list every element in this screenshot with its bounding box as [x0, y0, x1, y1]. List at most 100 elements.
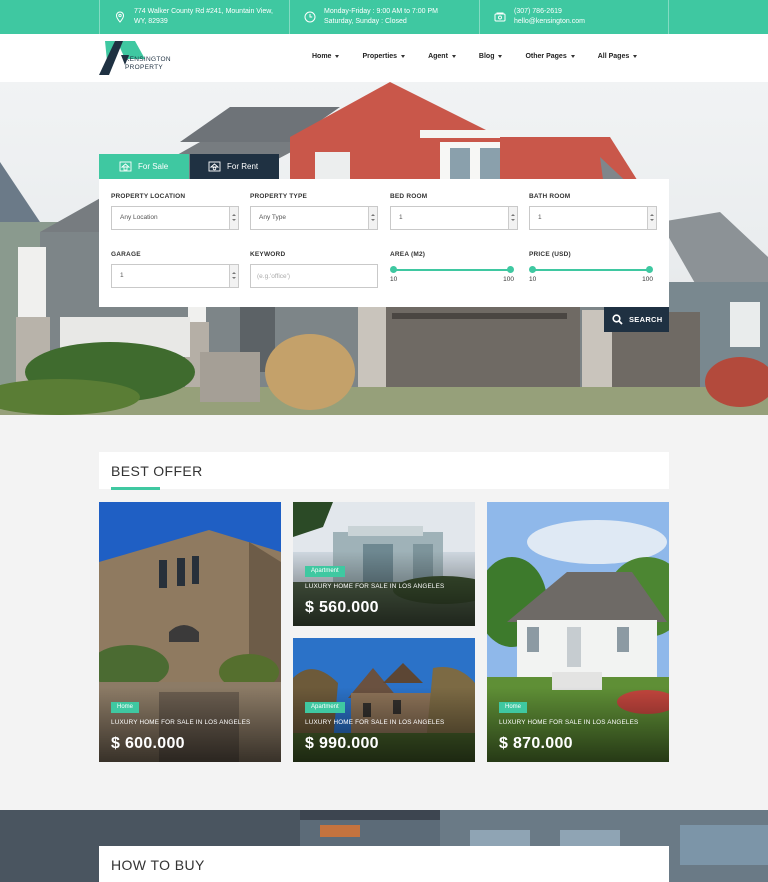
property-location-select[interactable]: Any Location: [111, 206, 239, 230]
nav-blog[interactable]: Blog: [479, 53, 503, 60]
area-label: AREA (M2): [390, 251, 426, 258]
select-arrows-icon: [368, 207, 377, 229]
card-title: LUXURY HOME FOR SALE IN LOS ANGELES: [305, 719, 445, 726]
tab-for-rent-label: For Rent: [227, 162, 259, 171]
garage-label: GARAGE: [111, 251, 141, 258]
offer-card[interactable]: Apartment LUXURY HOME FOR SALE IN LOS AN…: [293, 502, 475, 626]
chevron-down-icon: [498, 55, 503, 58]
nav-other-pages[interactable]: Other Pages: [525, 53, 575, 60]
nav-all-pages[interactable]: All Pages: [598, 53, 638, 60]
area-max-value: 100: [503, 276, 514, 283]
search-icon: [612, 314, 623, 325]
bath-room-select[interactable]: 1: [529, 206, 657, 230]
nav-properties[interactable]: Properties: [362, 53, 406, 60]
card-price: $ 600.000: [111, 735, 185, 752]
bath-room-label: BATH ROOM: [529, 193, 571, 200]
nav-home[interactable]: Home: [312, 53, 340, 60]
site-header: KENSINGTON PROPERTY Home Properties Agen…: [0, 34, 768, 82]
nav-agent-label: Agent: [428, 53, 448, 60]
nav-agent[interactable]: Agent: [428, 53, 456, 60]
card-price: $ 870.000: [499, 735, 573, 752]
card-price: $ 560.000: [305, 599, 379, 616]
nav-other-pages-label: Other Pages: [525, 53, 567, 60]
price-min-value: 10: [529, 276, 537, 283]
garage-value: 1: [120, 272, 124, 279]
price-min-handle[interactable]: [529, 266, 536, 273]
offer-card[interactable]: Apartment LUXURY HOME FOR SALE IN LOS AN…: [293, 638, 475, 762]
property-search-panel: PROPERTY LOCATION Any Location PROPERTY …: [99, 179, 669, 307]
offer-card[interactable]: Home LUXURY HOME FOR SALE IN LOS ANGELES…: [487, 502, 669, 762]
top-info-bar: 774 Walker County Rd #241, Mountain View…: [0, 0, 768, 34]
chevron-down-icon: [633, 55, 638, 58]
card-title: LUXURY HOME FOR SALE IN LOS ANGELES: [111, 719, 251, 726]
bed-room-label: BED ROOM: [390, 193, 428, 200]
bed-room-select[interactable]: 1: [390, 206, 518, 230]
phone-number[interactable]: (307) 786-2619: [514, 7, 585, 17]
card-badge: Home: [499, 702, 528, 713]
brand-line1: KENSINGTON: [125, 56, 171, 63]
nav-blog-label: Blog: [478, 53, 495, 60]
card-title: LUXURY HOME FOR SALE IN LOS ANGELES: [499, 719, 639, 726]
price-max-handle[interactable]: [646, 266, 653, 273]
nav-properties-label: Properties: [362, 53, 398, 60]
email-address[interactable]: hello@kensington.com: [514, 17, 585, 27]
address-info: 774 Walker County Rd #241, Mountain View…: [99, 0, 289, 34]
best-offer-header: BEST OFFER: [99, 452, 669, 490]
price-range-slider[interactable]: 10 100: [529, 266, 653, 286]
brand-line2: PROPERTY: [125, 64, 164, 71]
price-max-value: 100: [642, 276, 653, 283]
card-price: $ 990.000: [305, 735, 379, 752]
tab-for-sale[interactable]: For Sale: [99, 154, 189, 179]
nav-all-pages-label: All Pages: [597, 53, 630, 60]
offer-card[interactable]: Home LUXURY HOME FOR SALE IN LOS ANGELES…: [99, 502, 281, 762]
contact-info: (307) 786-2619 hello@kensington.com: [479, 0, 669, 34]
property-location-label: PROPERTY LOCATION: [111, 193, 186, 200]
chevron-down-icon: [335, 55, 340, 58]
keyword-label: KEYWORD: [250, 251, 286, 258]
price-range-track: [532, 269, 650, 271]
brand-name: KENSINGTON PROPERTY: [125, 56, 171, 72]
area-min-value: 10: [390, 276, 398, 283]
how-to-buy-header: HOW TO BUY: [99, 846, 669, 882]
house-key-icon: [208, 161, 221, 172]
card-badge: Apartment: [305, 702, 345, 713]
how-to-buy-title: HOW TO BUY: [111, 857, 205, 873]
hours-info: Monday-Friday : 9:00 AM to 7:00 PM Saturd…: [289, 0, 479, 34]
tab-for-sale-label: For Sale: [138, 162, 169, 171]
area-min-handle[interactable]: [390, 266, 397, 273]
garage-select[interactable]: 1: [111, 264, 239, 288]
chevron-down-icon: [570, 55, 575, 58]
select-arrows-icon: [647, 207, 656, 229]
clock-icon: [304, 11, 316, 23]
phone-icon: [494, 12, 506, 22]
search-button[interactable]: SEARCH: [604, 307, 669, 332]
card-badge: Home: [111, 702, 140, 713]
chevron-down-icon: [451, 55, 456, 58]
chevron-down-icon: [401, 55, 406, 58]
main-nav: Home Properties Agent Blog Other Pages A…: [312, 53, 660, 60]
area-max-handle[interactable]: [507, 266, 514, 273]
property-type-label: PROPERTY TYPE: [250, 193, 308, 200]
bath-room-value: 1: [538, 214, 542, 221]
address-line2: WY, 82939: [134, 18, 168, 25]
location-pin-icon: [115, 11, 125, 23]
address-line1: 774 Walker County Rd #241, Mountain View…: [134, 8, 273, 15]
title-underline: [111, 487, 160, 490]
price-label: PRICE (USD): [529, 251, 571, 258]
select-arrows-icon: [229, 265, 238, 287]
hours-line1: Monday-Friday : 9:00 AM to 7:00 PM: [324, 8, 438, 15]
property-type-select[interactable]: Any Type: [250, 206, 378, 230]
select-arrows-icon: [508, 207, 517, 229]
tab-for-rent[interactable]: For Rent: [190, 154, 279, 179]
best-offer-title: BEST OFFER: [111, 463, 203, 479]
property-location-value: Any Location: [120, 214, 158, 221]
property-type-value: Any Type: [259, 214, 286, 221]
select-arrows-icon: [229, 207, 238, 229]
keyword-input[interactable]: [250, 264, 378, 288]
area-range-track: [393, 269, 511, 271]
search-button-label: SEARCH: [629, 315, 663, 324]
nav-home-label: Home: [312, 53, 332, 60]
house-search-icon: [119, 161, 132, 172]
area-range-slider[interactable]: 10 100: [390, 266, 514, 286]
card-badge: Apartment: [305, 566, 345, 577]
